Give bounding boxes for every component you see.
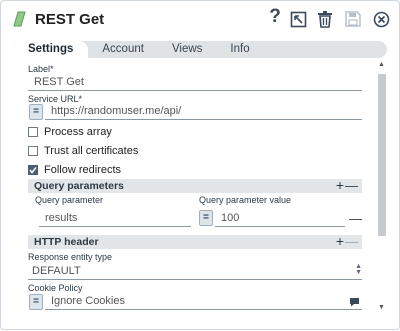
follow-redirects-label: Follow redirects (44, 164, 122, 176)
response-entity-type-select[interactable]: DEFAULT ▲ ▼ (28, 262, 362, 280)
trust-all-certificates-checkbox[interactable] (28, 146, 38, 156)
scroll-down-arrow-icon[interactable]: ▼ (378, 304, 385, 311)
query-parameter-row-remove-button[interactable]: — (349, 211, 362, 226)
dialog-header: REST Get ? (1, 1, 400, 39)
tab-info[interactable]: Info (216, 41, 263, 58)
follow-redirects-row[interactable]: Follow redirects (28, 164, 121, 176)
trash-icon[interactable] (315, 9, 335, 29)
query-parameters-add-button[interactable]: + (336, 178, 344, 192)
comment-icon[interactable] (349, 295, 360, 313)
form-scrollbar[interactable]: ▲ ▼ (377, 61, 387, 311)
save-icon[interactable] (343, 9, 363, 29)
query-parameter-column-header: Query parameter (35, 195, 104, 205)
tab-account[interactable]: Account (88, 41, 158, 58)
response-entity-type-value: DEFAULT (32, 265, 81, 277)
http-header-remove-button[interactable]: — (345, 235, 358, 249)
query-parameter-value-expression-toggle[interactable]: = (199, 210, 213, 226)
http-header-section: HTTP header + — (28, 234, 362, 249)
scroll-up-arrow-icon[interactable]: ▲ (378, 61, 385, 68)
dialog-bottom-edge (1, 319, 400, 331)
dialog-title: REST Get (35, 11, 105, 28)
service-url-input[interactable]: https://randomuser.me/api/ (45, 102, 362, 120)
process-array-checkbox[interactable] (28, 127, 38, 137)
trust-all-certificates-row[interactable]: Trust all certificates (28, 145, 138, 157)
query-parameters-remove-button[interactable]: — (345, 179, 358, 193)
export-icon[interactable] (288, 9, 308, 29)
snap-logo-icon (13, 11, 26, 27)
trust-all-certificates-label: Trust all certificates (44, 145, 139, 157)
http-header-add-button[interactable]: + (336, 234, 344, 248)
cookie-policy-expression-toggle[interactable]: = (29, 294, 43, 310)
tab-bar: Settings Account Views Info (13, 41, 387, 60)
service-url-expression-toggle[interactable]: = (29, 104, 43, 120)
process-array-row[interactable]: Process array (28, 126, 112, 138)
query-parameter-name-input[interactable]: results (39, 209, 191, 227)
label-input[interactable]: REST Get (28, 73, 362, 91)
settings-form: Label* REST Get Service URL* = https://r… (1, 59, 375, 317)
query-parameters-title: Query parameters (34, 180, 124, 192)
snap-settings-dialog: REST Get ? Settings Account Views Info L… (0, 0, 400, 330)
response-entity-type-label: Response entity type (28, 252, 113, 262)
tab-views[interactable]: Views (158, 41, 216, 58)
follow-redirects-checkbox[interactable] (28, 165, 38, 175)
scrollbar-thumb[interactable] (378, 74, 386, 236)
process-array-label: Process array (44, 126, 112, 138)
tab-settings[interactable]: Settings (13, 41, 89, 60)
http-header-title: HTTP header (34, 236, 99, 248)
cookie-policy-select[interactable]: Ignore Cookies (45, 292, 362, 310)
query-parameter-value-column-header: Query parameter value (199, 195, 292, 205)
cookie-policy-value: Ignore Cookies (51, 295, 125, 307)
help-icon[interactable]: ? (265, 6, 285, 27)
query-parameter-value-input[interactable]: 100 (215, 209, 345, 227)
query-parameters-section: Query parameters + — (28, 178, 362, 193)
checkmark-icon (29, 167, 37, 174)
select-arrows-icon: ▲ ▼ (355, 263, 362, 276)
close-icon[interactable] (371, 9, 391, 29)
